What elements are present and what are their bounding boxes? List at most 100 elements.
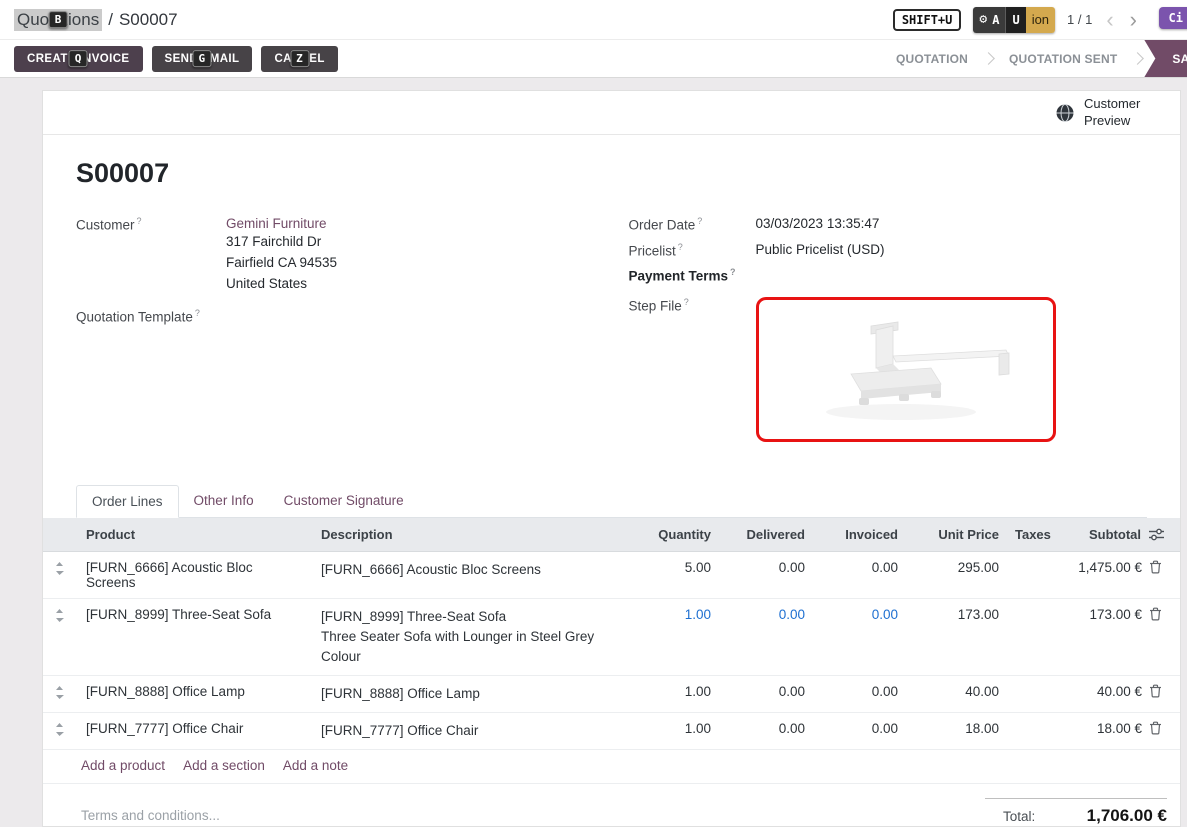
action-button-label: ion — [1026, 7, 1055, 33]
table-header-row: ProductDescriptionQuantityDeliveredInvoi… — [43, 518, 1181, 552]
status-step-quotation[interactable]: QUOTATION — [882, 52, 982, 66]
pager-next-icon[interactable]: › — [1128, 9, 1139, 31]
chevron-right-icon — [1132, 52, 1145, 65]
col-header-handle — [43, 518, 76, 552]
order-date-field[interactable]: 03/03/2023 13:35:47 — [756, 216, 880, 233]
subtotal-value: 173.00 € — [1089, 607, 1142, 622]
cell-unit-price[interactable]: 173.00 — [908, 598, 1009, 675]
customer-link[interactable]: Gemini Furniture — [226, 216, 327, 231]
cell-taxes[interactable] — [1009, 551, 1059, 598]
create-invoice-button[interactable]: CREATE INVOICE Q — [14, 46, 143, 72]
payment-terms-label: Payment Terms? — [629, 267, 756, 284]
link-add-a-section[interactable]: Add a section — [183, 758, 265, 773]
cell-product[interactable]: [FURN_7777] Office Chair — [76, 712, 311, 749]
col-header-delivered: Delivered — [721, 518, 815, 552]
tab-order-lines[interactable]: Order Lines — [76, 485, 179, 518]
cell-description[interactable]: [FURN_8888] Office Lamp — [311, 675, 621, 712]
order-line-row: [FURN_6666] Acoustic Bloc Screens[FURN_6… — [43, 551, 1181, 598]
cell-quantity[interactable]: 1.00 — [621, 675, 721, 712]
topbar-controls: SHIFT+U ⚙ A U ion 1 / 1 ‹ › — [893, 7, 1139, 33]
subtotal-value: 40.00 € — [1097, 684, 1142, 699]
drag-handle-icon[interactable] — [43, 712, 76, 749]
cell-taxes[interactable] — [1009, 675, 1059, 712]
drag-handle-icon[interactable] — [43, 551, 76, 598]
cell-description[interactable]: [FURN_7777] Office Chair — [311, 712, 621, 749]
send-email-button[interactable]: SEND EMAIL G — [152, 46, 253, 72]
hint-keycap-q: Q — [69, 50, 88, 68]
total-label: Total: — [1003, 809, 1035, 824]
cell-product[interactable]: [FURN_6666] Acoustic Bloc Screens — [76, 551, 311, 598]
cell-subtotal: 1,475.00 € — [1059, 551, 1181, 598]
cell-delivered[interactable]: 0.00 — [721, 551, 815, 598]
hint-keycap-shift-u: SHIFT+U — [893, 9, 962, 31]
customer-preview-button[interactable]: Customer Preview — [1055, 96, 1158, 129]
pricelist-field[interactable]: Public Pricelist (USD) — [756, 242, 885, 259]
status-step-sales-order[interactable]: SALES ORDER — [1144, 40, 1187, 77]
delete-row-icon[interactable] — [1149, 721, 1162, 735]
col-header-taxes: Taxes — [1009, 518, 1059, 552]
cell-taxes[interactable] — [1009, 598, 1059, 675]
cell-invoiced[interactable]: 0.00 — [815, 598, 908, 675]
drag-handle-icon[interactable] — [43, 675, 76, 712]
action-menu-button[interactable]: ⚙ A U ion — [973, 7, 1055, 33]
pager-previous-icon[interactable]: ‹ — [1104, 9, 1115, 31]
col-header-description: Description — [311, 518, 621, 552]
cell-quantity[interactable]: 1.00 — [621, 598, 721, 675]
breadcrumb-quotations[interactable]: Quotations B — [14, 9, 102, 31]
cell-unit-price[interactable]: 40.00 — [908, 675, 1009, 712]
chevron-right-icon — [982, 52, 995, 65]
cell-quantity[interactable]: 1.00 — [621, 712, 721, 749]
order-line-row: [FURN_7777] Office Chair[FURN_7777] Offi… — [43, 712, 1181, 749]
terms-placeholder[interactable]: Terms and conditions... — [81, 808, 220, 823]
drag-handle-icon[interactable] — [43, 598, 76, 675]
cell-delivered[interactable]: 0.00 — [721, 675, 815, 712]
help-icon: ? — [137, 216, 142, 226]
cell-description[interactable]: [FURN_6666] Acoustic Bloc Screens — [311, 551, 621, 598]
globe-icon — [1055, 103, 1075, 123]
cell-unit-price[interactable]: 295.00 — [908, 551, 1009, 598]
optional-columns-icon[interactable] — [1149, 528, 1164, 541]
cancel-button[interactable]: CANCEL Z — [261, 46, 337, 72]
sheet-header-strip: Customer Preview — [43, 91, 1180, 135]
hint-keycap-u: U — [1005, 7, 1025, 33]
cell-invoiced[interactable]: 0.00 — [815, 712, 908, 749]
col-header-unit-price: Unit Price — [908, 518, 1009, 552]
hint-keycap-z: Z — [290, 50, 309, 68]
link-add-a-note[interactable]: Add a note — [283, 758, 348, 773]
cell-unit-price[interactable]: 18.00 — [908, 712, 1009, 749]
step-file-image[interactable] — [756, 297, 1056, 442]
status-step-quotation-sent[interactable]: QUOTATION SENT — [995, 52, 1131, 66]
cell-taxes[interactable] — [1009, 712, 1059, 749]
col-header-subtotal: Subtotal — [1059, 518, 1181, 552]
delete-row-icon[interactable] — [1149, 684, 1162, 698]
cell-description[interactable]: [FURN_8999] Three-Seat SofaThree Seater … — [311, 598, 621, 675]
cell-delivered[interactable]: 0.00 — [721, 598, 815, 675]
cell-product[interactable]: [FURN_8999] Three-Seat Sofa — [76, 598, 311, 675]
address-line: Fairfield CA 94535 — [226, 252, 337, 273]
subtotal-value: 18.00 € — [1097, 721, 1142, 736]
order-line-row: [FURN_8999] Three-Seat Sofa[FURN_8999] T… — [43, 598, 1181, 675]
breadcrumb: Quotations B / S00007 — [14, 9, 178, 31]
cell-invoiced[interactable]: 0.00 — [815, 551, 908, 598]
cell-delivered[interactable]: 0.00 — [721, 712, 815, 749]
cell-quantity[interactable]: 5.00 — [621, 551, 721, 598]
customer-preview-label: Customer Preview — [1084, 96, 1158, 129]
cell-product[interactable]: [FURN_8888] Office Lamp — [76, 675, 311, 712]
tab-other-info[interactable]: Other Info — [179, 485, 269, 517]
total-value: 1,706.00 € — [1087, 806, 1167, 826]
page-title: S00007 — [76, 157, 1147, 190]
link-add-a-product[interactable]: Add a product — [81, 758, 165, 773]
cell-invoiced[interactable]: 0.00 — [815, 675, 908, 712]
delete-row-icon[interactable] — [1149, 607, 1162, 621]
delete-row-icon[interactable] — [1149, 560, 1162, 574]
tab-customer-signature[interactable]: Customer Signature — [269, 485, 419, 517]
help-icon: ? — [730, 267, 736, 277]
statusbar: QUOTATION QUOTATION SENT SALES ORDER — [882, 40, 1187, 77]
breadcrumb-current: S00007 — [119, 10, 178, 30]
address-line: 317 Fairchild Dr — [226, 231, 337, 252]
cell-subtotal: 18.00 € — [1059, 712, 1181, 749]
step-file-label: Step File? — [629, 297, 756, 442]
field-groups: Customer? Gemini Furniture 317 Fairchild… — [76, 216, 1147, 451]
notebook-tabs: Order LinesOther InfoCustomer Signature — [76, 485, 1147, 518]
quotation-template-label: Quotation Template? — [76, 308, 226, 325]
